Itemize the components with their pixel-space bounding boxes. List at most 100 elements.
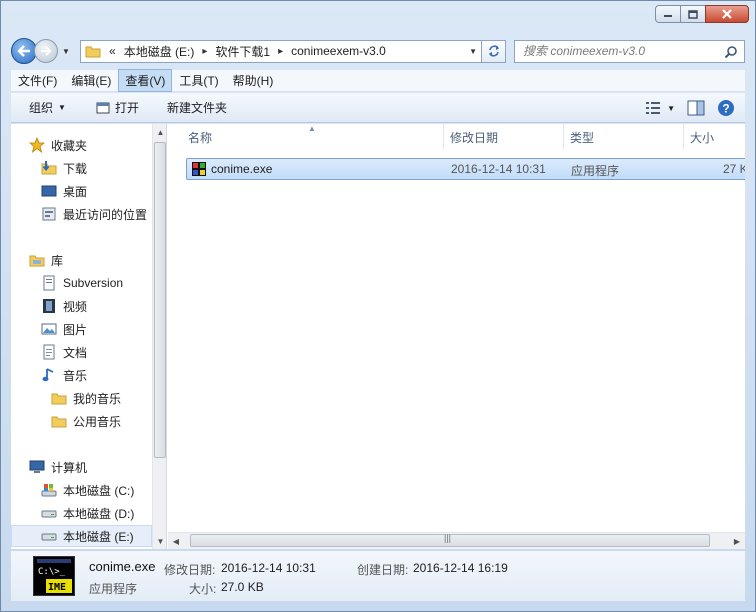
column-type-label: 类型 — [570, 130, 595, 145]
nav-item-desktop[interactable]: 桌面 — [41, 180, 166, 202]
maximize-icon — [688, 9, 698, 19]
details-modified-value: 2016-12-14 10:31 — [221, 561, 316, 575]
breadcrumb-current[interactable]: conimeexem-v3.0 — [291, 44, 386, 58]
nav-computer[interactable]: 计算机 — [29, 456, 166, 478]
nav-drive-c[interactable]: 本地磁盘 (C:) — [41, 479, 166, 501]
horizontal-scrollbar[interactable]: ◀ ||| ▶ — [168, 532, 745, 549]
menu-bar: 文件(F) 编辑(E) 查看(V) 工具(T) 帮助(H) — [11, 69, 745, 92]
refresh-button[interactable] — [482, 39, 506, 63]
nav-item-documents[interactable]: 文档 — [41, 341, 166, 363]
search-input[interactable] — [523, 44, 723, 58]
address-bar[interactable]: « 本地磁盘 (E:) ▸ 软件下载1 ▸ conimeexem-v3.0 ▼ — [80, 39, 482, 63]
document-icon — [41, 344, 57, 360]
open-button[interactable]: 打开 — [96, 99, 139, 116]
picture-icon — [41, 321, 57, 337]
help-icon[interactable]: ? — [717, 99, 735, 117]
arrow-left-icon — [17, 45, 30, 57]
nav-item-my-music[interactable]: 我的音乐 — [51, 387, 166, 409]
scroll-up-arrow-icon[interactable]: ▲ — [153, 124, 166, 140]
nav-favorites-label: 收藏夹 — [51, 138, 88, 153]
menu-edit[interactable]: 编辑(E) — [64, 69, 118, 92]
film-icon — [41, 298, 57, 314]
nav-item-label: 文档 — [63, 345, 88, 360]
nav-scroll-thumb[interactable] — [154, 142, 166, 458]
computer-icon — [29, 459, 45, 475]
nav-item-label: 下载 — [63, 161, 88, 176]
window-icon — [96, 102, 110, 113]
nav-item-recent[interactable]: 最近访问的位置 — [41, 203, 166, 225]
downloads-folder-icon — [41, 160, 57, 176]
nav-item-downloads[interactable]: 下载 — [41, 157, 166, 179]
view-controls: ▼ ? — [633, 99, 735, 117]
nav-libraries[interactable]: 库 — [29, 249, 166, 271]
scroll-down-arrow-icon[interactable]: ▼ — [153, 533, 166, 549]
maximize-button[interactable] — [680, 5, 706, 23]
breadcrumb-drive[interactable]: 本地磁盘 (E:) — [124, 43, 195, 60]
scroll-left-arrow-icon[interactable]: ◀ — [168, 533, 184, 549]
new-folder-button[interactable]: 新建文件夹 — [167, 99, 227, 116]
nav-item-label: 音乐 — [63, 368, 88, 383]
system-drive-icon — [41, 482, 57, 498]
column-size[interactable]: 大小 — [684, 124, 745, 150]
menu-view[interactable]: 查看(V) — [118, 69, 173, 92]
forward-button[interactable] — [34, 39, 58, 63]
menu-tools[interactable]: 工具(T) — [172, 69, 225, 92]
recent-pages-dropdown[interactable]: ▼ — [60, 45, 72, 57]
column-name[interactable]: 名称 — [182, 124, 444, 150]
menu-file[interactable]: 文件(F) — [11, 69, 64, 92]
open-label: 打开 — [114, 101, 139, 115]
scroll-right-arrow-icon[interactable]: ▶ — [729, 533, 745, 549]
folder-icon — [51, 390, 67, 406]
column-modified[interactable]: 修改日期 — [444, 124, 564, 150]
nav-item-subversion[interactable]: Subversion — [41, 272, 166, 294]
nav-item-label: 桌面 — [63, 184, 88, 199]
nav-item-music[interactable]: 音乐 — [41, 364, 166, 386]
organize-label: 组织 — [29, 101, 54, 115]
search-icon — [724, 45, 737, 58]
nav-scrollbar[interactable]: ▲ ▼ — [152, 124, 166, 549]
file-modified: 2016-12-14 10:31 — [451, 162, 546, 176]
file-row[interactable]: conime.exe 2016-12-14 10:31 应用程序 27 K — [186, 158, 745, 180]
nav-item-label: 本地磁盘 (D:) — [63, 506, 135, 521]
details-file-name: conime.exe — [89, 559, 156, 574]
close-button[interactable] — [705, 5, 749, 23]
nav-item-label: 公用音乐 — [73, 414, 122, 429]
nav-item-label: 视频 — [63, 299, 88, 314]
nav-item-public-music[interactable]: 公用音乐 — [51, 410, 166, 432]
details-created-value: 2016-12-14 16:19 — [413, 561, 508, 575]
close-icon — [722, 9, 732, 19]
nav-drive-e[interactable]: 本地磁盘 (E:) — [11, 525, 152, 547]
new-folder-label: 新建文件夹 — [166, 101, 227, 115]
nav-item-videos[interactable]: 视频 — [41, 295, 166, 317]
drive-icon — [41, 505, 57, 521]
nav-item-label: 最近访问的位置 — [63, 207, 148, 222]
details-size-label: 大小: — [189, 582, 217, 596]
drive-icon — [41, 528, 57, 544]
minimize-button[interactable] — [655, 5, 681, 23]
menu-help[interactable]: 帮助(H) — [226, 69, 281, 92]
organize-button[interactable]: 组织 ▼ — [29, 99, 66, 116]
column-size-label: 大小 — [690, 130, 715, 145]
nav-item-label: 本地磁盘 (E:) — [63, 529, 134, 544]
view-details-icon[interactable] — [645, 101, 661, 115]
breadcrumb-folder[interactable]: 软件下载1 — [215, 43, 270, 60]
chevron-right-icon[interactable]: ▸ — [202, 46, 207, 57]
file-size: 27 K — [723, 162, 745, 176]
nav-drive-d[interactable]: 本地磁盘 (D:) — [41, 502, 166, 524]
column-type[interactable]: 类型 — [564, 124, 684, 150]
view-dropdown-icon[interactable]: ▼ — [667, 104, 675, 113]
file-type: 应用程序 — [571, 164, 620, 178]
nav-libraries-label: 库 — [51, 253, 64, 268]
search-box[interactable] — [514, 39, 745, 63]
desktop-icon — [41, 183, 57, 199]
preview-pane-icon[interactable] — [687, 100, 705, 116]
exe-icon — [191, 161, 207, 180]
chevron-right-icon[interactable]: ▸ — [278, 46, 283, 57]
navigation-pane: 收藏夹 下载 桌面 最近访问的位置 库 Subversion 视频 图片 文档 … — [11, 124, 167, 549]
thumbnail-prompt-text: C:\>_ — [38, 567, 66, 577]
nav-favorites[interactable]: 收藏夹 — [29, 134, 166, 156]
breadcrumb-overflow[interactable]: « — [109, 44, 116, 58]
address-history-dropdown[interactable]: ▼ — [469, 47, 477, 56]
nav-item-pictures[interactable]: 图片 — [41, 318, 166, 340]
nav-item-label: Subversion — [63, 276, 124, 290]
